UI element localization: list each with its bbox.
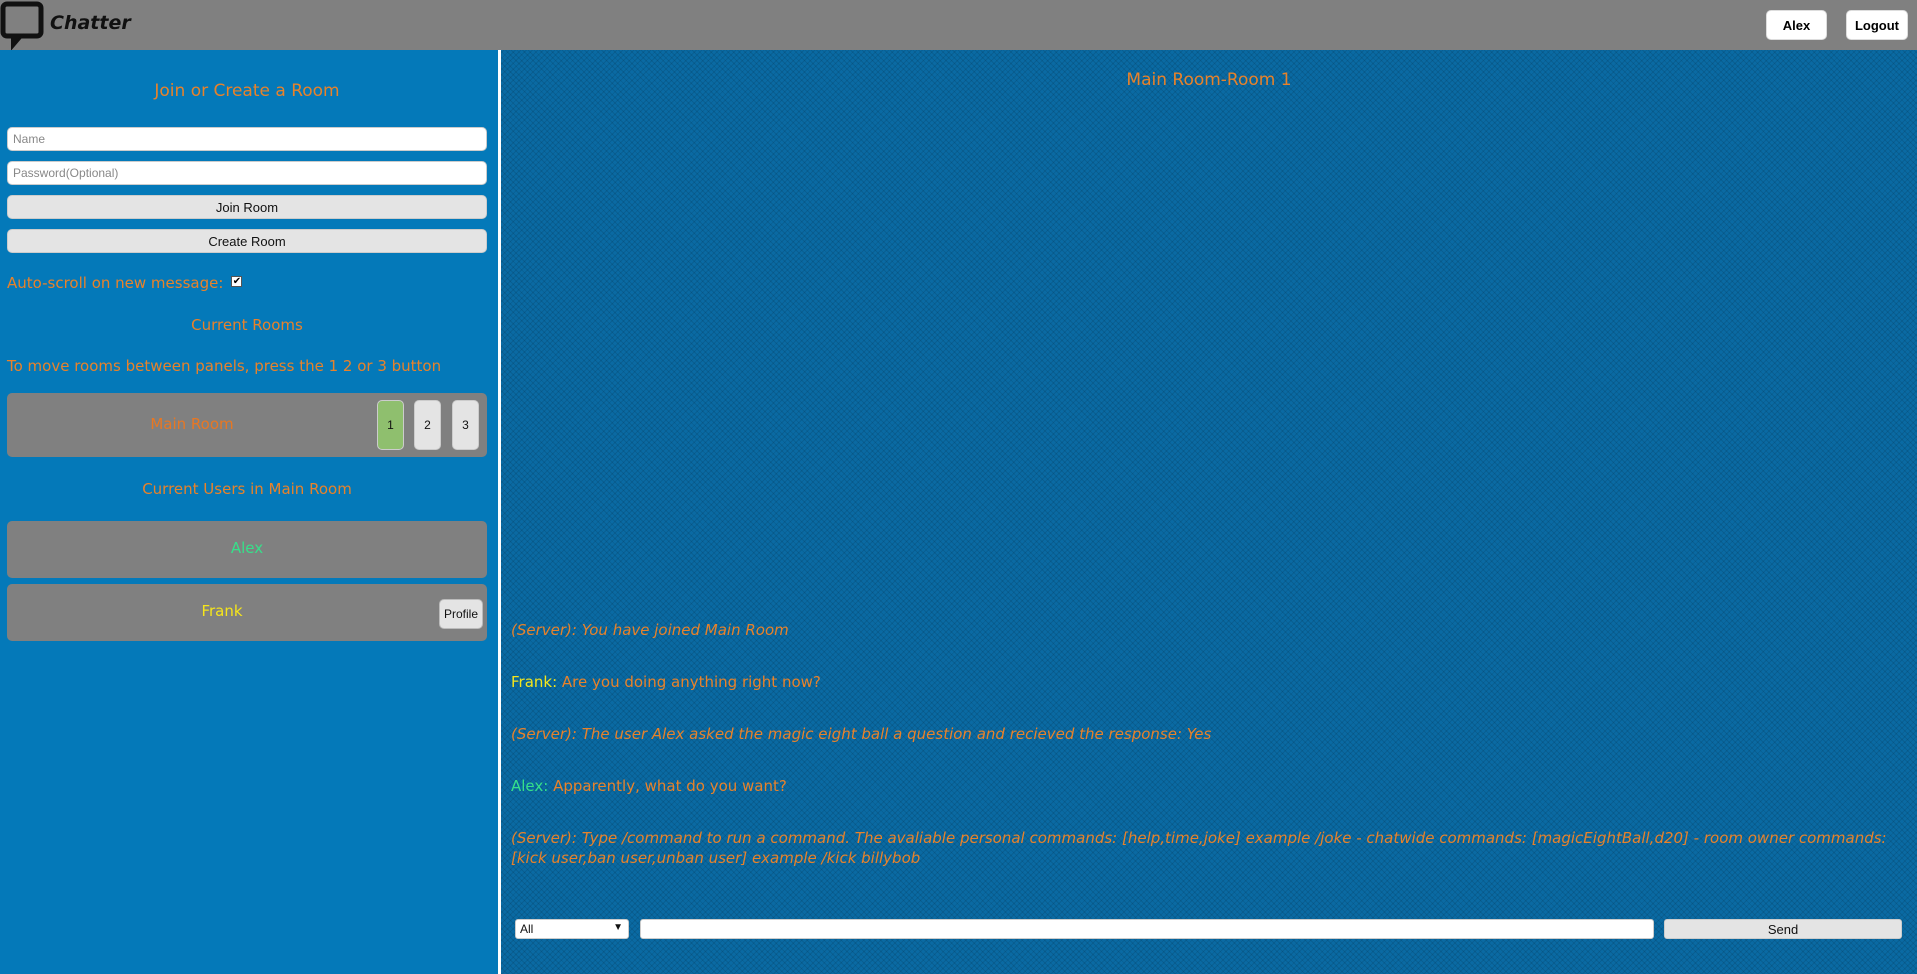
logout-button[interactable]: Logout [1846,10,1908,40]
profile-button[interactable]: Profile [439,599,483,629]
send-button[interactable]: Send [1664,919,1902,939]
chat-bubble-icon [0,1,44,50]
sidebar: Join or Create a Room Join Room Create R… [0,50,498,974]
message-text: Apparently, what do you want? [548,777,787,795]
panel-1-button[interactable]: 1 [377,400,404,450]
create-room-button[interactable]: Create Room [7,229,487,253]
join-room-title: Join or Create a Room [154,81,340,101]
message-input[interactable] [640,919,1654,939]
message-sender: Alex: [511,777,549,795]
user-card-alex: Alex [7,521,487,578]
autoscroll-row: Auto-scroll on new message: ✔ [7,274,243,292]
room-name-input[interactable] [7,127,487,151]
current-rooms-title: Current Rooms [191,316,303,334]
chat-message: (Server): Type /command to run a command… [511,828,1911,868]
current-users-title: Current Users in Main Room [142,480,352,498]
chat-message: Frank: Are you doing anything right now? [511,672,1911,692]
autoscroll-checkbox[interactable]: ✔ [231,276,243,287]
dropdown-arrow-icon: ▼ [613,922,623,933]
message-sender: Frank: [511,673,558,691]
room-password-input[interactable] [7,161,487,185]
room-card-main-room[interactable]: Main Room 1 2 3 [7,393,487,457]
message-text: You have joined Main Room [576,621,789,639]
chat-room-title: Main Room-Room 1 [1126,70,1292,90]
message-text: Are you doing anything right now? [557,673,821,691]
recipient-select-value: All [520,922,534,936]
chat-message: (Server): You have joined Main Room [511,620,1911,640]
top-navbar: Chatter Alex Logout [0,0,1917,50]
logo-text: Chatter [50,12,131,34]
chat-panel: Main Room-Room 1 (Server): You have join… [501,50,1917,974]
user-name: Alex [230,539,264,557]
panel-3-button[interactable]: 3 [452,400,479,450]
chat-message: (Server): The user Alex asked the magic … [511,724,1911,744]
user-card-frank: Frank Profile [7,584,487,641]
chat-message: Alex: Apparently, what do you want? [511,776,1911,796]
message-text: The user Alex asked the magic eight ball… [576,725,1212,743]
join-room-button[interactable]: Join Room [7,195,487,219]
recipient-select[interactable]: All ▼ [515,919,629,939]
message-sender: (Server): [511,621,577,639]
message-sender: (Server): [511,725,577,743]
message-sender: (Server): [511,829,577,847]
user-profile-button[interactable]: Alex [1766,10,1827,40]
autoscroll-label: Auto-scroll on new message: [7,274,224,292]
user-name: Frank [201,602,243,620]
logo[interactable]: Chatter [0,0,131,50]
panel-2-button[interactable]: 2 [414,400,441,450]
move-rooms-info: To move rooms between panels, press the … [7,357,442,375]
room-name[interactable]: Main Room [7,415,377,433]
message-text: Type /command to run a command. The aval… [511,829,1887,867]
